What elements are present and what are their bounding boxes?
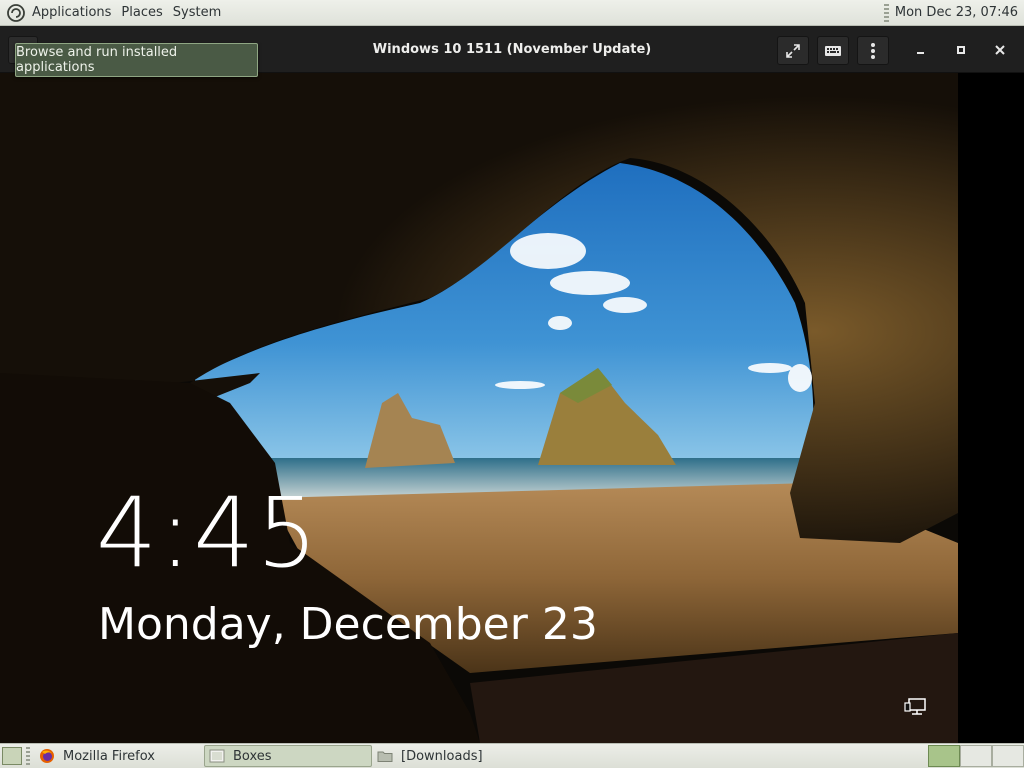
system-menu[interactable]: System [168, 0, 226, 26]
top-panel: Applications Places System Mon Dec 23, 0… [0, 0, 1024, 26]
boxes-icon [209, 749, 225, 763]
panel-clock[interactable]: Mon Dec 23, 07:46 [895, 5, 1024, 20]
workspace-switcher [928, 745, 1024, 767]
task-label: [Downloads] [401, 748, 483, 764]
workspace-3[interactable] [992, 745, 1024, 767]
keyboard-button[interactable] [817, 36, 849, 65]
task-label: Boxes [233, 748, 272, 764]
fullscreen-icon [786, 43, 800, 58]
workspace-1[interactable] [928, 745, 960, 767]
bottom-panel: Mozilla Firefox Boxes [Downloads] [0, 743, 1024, 768]
folder-icon [377, 751, 393, 762]
task-boxes[interactable]: Boxes [204, 745, 372, 767]
fullscreen-button[interactable] [777, 36, 809, 65]
maximize-button[interactable] [946, 36, 976, 64]
lockscreen-date: Monday, December 23 [98, 599, 598, 650]
places-menu[interactable]: Places [116, 0, 167, 26]
vm-display[interactable]: 4:45 Monday, December 23 [0, 73, 1024, 743]
firefox-icon [40, 749, 54, 763]
applications-tooltip: Browse and run installed applications [15, 43, 258, 77]
network-icon[interactable] [904, 697, 928, 719]
vertical-dots-icon [871, 42, 875, 59]
close-button[interactable] [985, 36, 1015, 64]
panel-separator [883, 3, 889, 22]
task-firefox[interactable]: Mozilla Firefox [34, 745, 204, 767]
close-icon [995, 45, 1005, 55]
taskbar-separator [26, 747, 30, 765]
task-downloads[interactable]: [Downloads] [372, 745, 542, 767]
keyboard-icon [825, 45, 841, 56]
show-desktop-icon[interactable] [2, 747, 22, 765]
applications-menu[interactable]: Applications [27, 0, 116, 26]
maximize-icon [957, 46, 965, 54]
task-label: Mozilla Firefox [63, 748, 155, 764]
minimize-button[interactable] [906, 36, 936, 64]
minimize-icon [917, 52, 924, 54]
applications-logo-icon[interactable] [5, 2, 27, 24]
menu-button[interactable] [857, 36, 889, 65]
workspace-2[interactable] [960, 745, 992, 767]
lockscreen-time: 4:45 [96, 477, 320, 589]
